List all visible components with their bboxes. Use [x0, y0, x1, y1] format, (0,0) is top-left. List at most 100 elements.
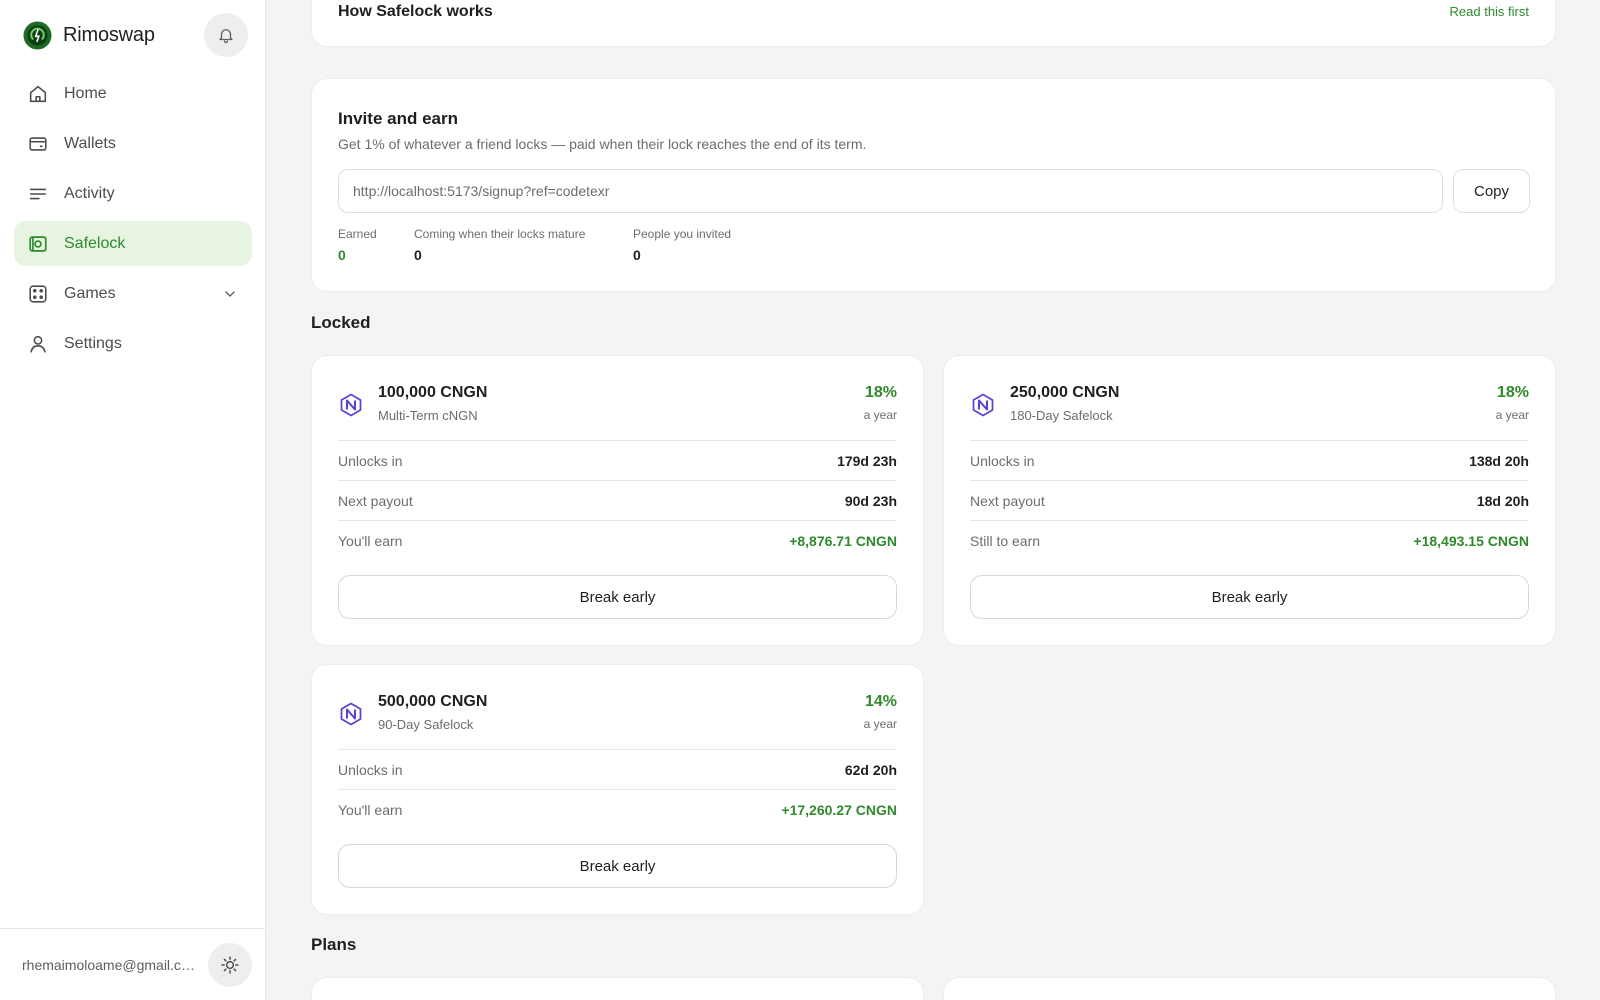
plan-card[interactable]: [943, 977, 1556, 1000]
invite-description: Get 1% of whatever a friend locks — paid…: [338, 136, 867, 152]
stat-earned: Earned 0: [338, 227, 377, 263]
sidebar-item-label: Settings: [64, 334, 122, 352]
row-value: 179d 23h: [837, 452, 897, 469]
sidebar-nav: Home Wallets Activity Safelock Games Set…: [14, 71, 252, 371]
cngn-token-icon: [972, 393, 994, 417]
activity-icon: [29, 188, 47, 199]
lock-header: 250,000 CNGN 180-Day Safelock 18% a year: [970, 384, 1529, 424]
lock-header: 100,000 CNGN Multi-Term cNGN 18% a year: [338, 384, 897, 424]
lock-rate-period: a year: [1495, 408, 1529, 422]
user-email[interactable]: rhemaimoloame@gmail.co...: [22, 957, 200, 973]
lock-plan-name: 180-Day Safelock: [1010, 408, 1113, 423]
lock-card: 100,000 CNGN Multi-Term cNGN 18% a year …: [311, 355, 924, 646]
theme-toggle-button[interactable]: [208, 943, 252, 987]
sidebar-item-safelock[interactable]: Safelock: [14, 221, 252, 266]
locked-section-title: Locked: [311, 313, 371, 332]
lock-details: Unlocks in 62d 20h You'll earn +17,260.2…: [338, 749, 897, 829]
sidebar-item-activity[interactable]: Activity: [14, 171, 252, 216]
rimoswap-logo-icon: [23, 20, 52, 50]
row-label: You'll earn: [338, 532, 403, 549]
row-value: 90d 23h: [844, 492, 897, 509]
stat-label: Earned: [338, 227, 377, 241]
break-early-button[interactable]: Break early: [970, 575, 1529, 619]
lock-row-earnings: You'll earn +8,876.71 CNGN: [338, 520, 897, 560]
row-value: 138d 20h: [1469, 452, 1529, 469]
main-content: How Safelock works Read this first Invit…: [266, 0, 1600, 1000]
lock-rate: 14%: [864, 693, 897, 710]
sidebar-item-home[interactable]: Home: [14, 71, 252, 116]
sidebar-item-games[interactable]: Games: [14, 271, 252, 316]
stat-value: 0: [338, 247, 346, 263]
sidebar-item-label: Safelock: [64, 234, 126, 252]
stat-label: People you invited: [633, 227, 732, 241]
row-value: 18d 20h: [1476, 492, 1529, 509]
plans-section-title: Plans: [311, 935, 357, 954]
lock-row-unlocks-in: Unlocks in 138d 20h: [970, 440, 1529, 480]
row-label: Unlocks in: [970, 452, 1035, 469]
sidebar-item-wallets[interactable]: Wallets: [14, 121, 252, 166]
lock-row-next-payout: Next payout 90d 23h: [338, 480, 897, 520]
row-value: +17,260.27 CNGN: [781, 801, 897, 818]
sidebar: Rimoswap Home Wallets Activity Safelock …: [0, 0, 266, 1000]
stat-value: 0: [633, 247, 641, 263]
sidebar-footer: rhemaimoloame@gmail.co...: [0, 928, 265, 1000]
row-label: You'll earn: [338, 801, 403, 818]
wallet-icon: [29, 136, 47, 151]
invite-and-earn-card: Invite and earn Get 1% of whatever a fri…: [311, 78, 1556, 292]
plan-card[interactable]: [311, 977, 924, 1000]
lock-amount: 100,000 CNGN: [378, 384, 488, 401]
referral-link-input[interactable]: [338, 169, 1443, 213]
row-label: Unlocks in: [338, 761, 403, 778]
chevron-down-icon[interactable]: [222, 286, 238, 302]
lock-card: 500,000 CNGN 90-Day Safelock 14% a year …: [311, 664, 924, 915]
lock-amount: 500,000 CNGN: [378, 693, 488, 710]
row-label: Next payout: [970, 492, 1045, 509]
row-value: +8,876.71 CNGN: [789, 532, 897, 549]
copy-button[interactable]: Copy: [1453, 169, 1530, 213]
stat-label: Coming when their locks mature: [414, 227, 586, 241]
lock-row-earnings: Still to earn +18,493.15 CNGN: [970, 520, 1529, 560]
stat-invited: People you invited 0: [633, 227, 731, 263]
break-early-button[interactable]: Break early: [338, 844, 897, 888]
break-early-button[interactable]: Break early: [338, 575, 897, 619]
row-label: Unlocks in: [338, 452, 403, 469]
how-safelock-works-card: How Safelock works Read this first: [311, 0, 1556, 47]
lock-row-unlocks-in: Unlocks in 62d 20h: [338, 749, 897, 789]
games-icon: [29, 284, 47, 303]
how-safelock-works-title: How Safelock works: [338, 3, 493, 20]
lock-rate: 18%: [864, 384, 897, 401]
invite-title: Invite and earn: [338, 109, 458, 128]
cngn-token-icon: [340, 393, 362, 417]
lock-rate-period: a year: [863, 717, 897, 731]
lock-details: Unlocks in 138d 20h Next payout 18d 20h …: [970, 440, 1529, 560]
row-value: +18,493.15 CNGN: [1413, 532, 1529, 549]
lock-card: 250,000 CNGN 180-Day Safelock 18% a year…: [943, 355, 1556, 646]
notifications-button[interactable]: [204, 13, 248, 57]
lock-plan-name: 90-Day Safelock: [378, 717, 474, 732]
lock-header: 500,000 CNGN 90-Day Safelock 14% a year: [338, 693, 897, 733]
lock-plan-name: Multi-Term cNGN: [378, 408, 478, 423]
stat-value: 0: [414, 247, 422, 263]
row-label: Next payout: [338, 492, 413, 509]
sidebar-item-label: Wallets: [64, 134, 116, 152]
lock-rate-period: a year: [863, 408, 897, 422]
user-icon: [30, 335, 46, 353]
lock-row-next-payout: Next payout 18d 20h: [970, 480, 1529, 520]
safelock-icon: [29, 235, 47, 252]
sidebar-item-label: Home: [64, 84, 107, 102]
lock-row-earnings: You'll earn +17,260.27 CNGN: [338, 789, 897, 829]
read-this-first-link[interactable]: Read this first: [1450, 4, 1529, 19]
stat-coming: Coming when their locks mature 0: [414, 227, 585, 263]
row-label: Still to earn: [970, 532, 1041, 549]
lock-details: Unlocks in 179d 23h Next payout 90d 23h …: [338, 440, 897, 560]
brand[interactable]: Rimoswap: [23, 20, 155, 50]
app-root: Rimoswap Home Wallets Activity Safelock …: [0, 0, 1600, 1000]
row-value: 62d 20h: [844, 761, 897, 778]
brand-name: Rimoswap: [63, 23, 155, 46]
sidebar-item-label: Activity: [64, 184, 115, 202]
lock-amount: 250,000 CNGN: [1010, 384, 1120, 401]
sidebar-item-label: Games: [64, 284, 116, 302]
lock-row-unlocks-in: Unlocks in 179d 23h: [338, 440, 897, 480]
sidebar-item-settings[interactable]: Settings: [14, 321, 252, 366]
bell-icon: [219, 29, 233, 44]
